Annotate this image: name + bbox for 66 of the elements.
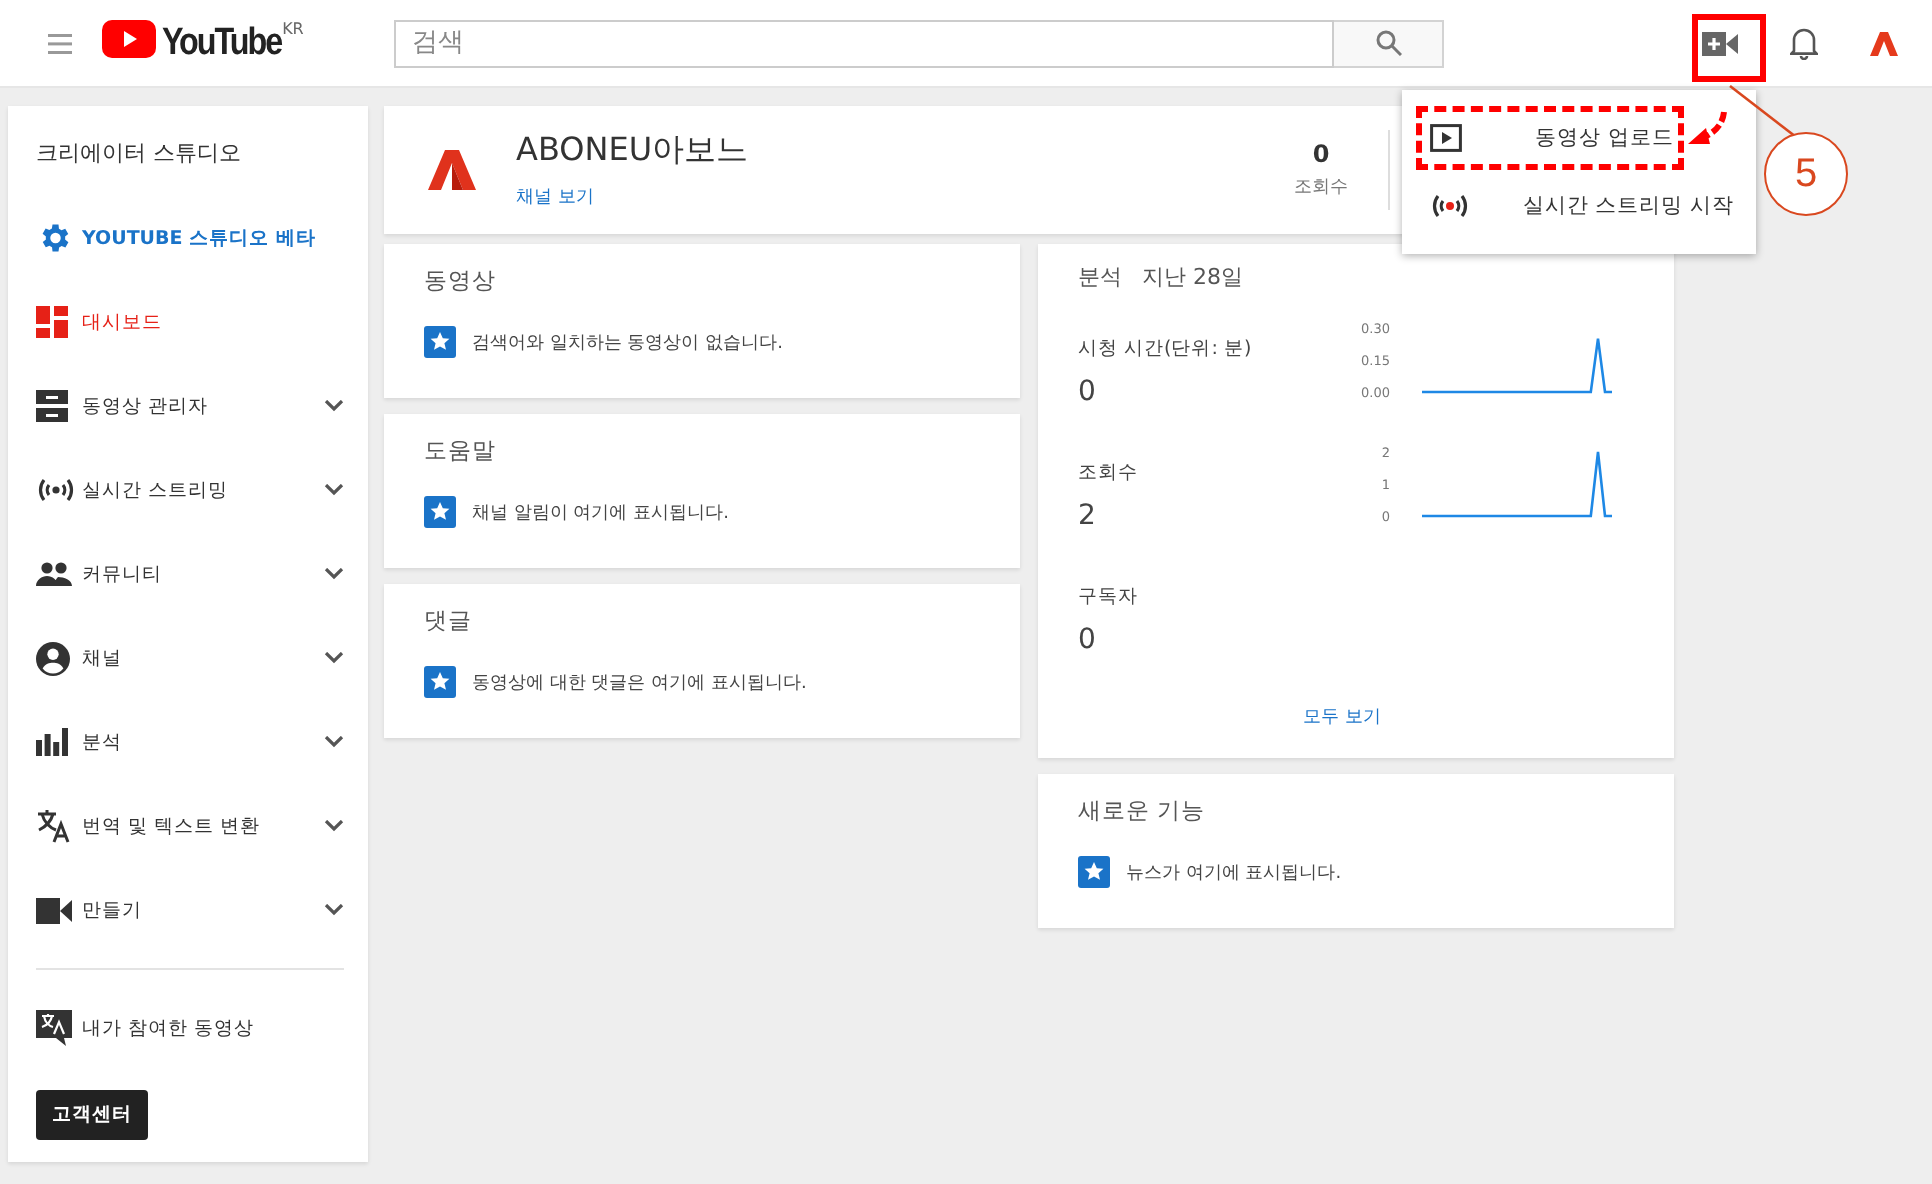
highlight-frame <box>1692 14 1766 82</box>
broadcast-icon <box>36 476 76 504</box>
broadcast-icon <box>1430 192 1470 220</box>
metric-value: 0 <box>1078 624 1098 656</box>
stat-label: 조회수 <box>1294 176 1348 200</box>
channel-name: ABONEU아보느 <box>516 130 749 172</box>
play-logo-icon[interactable] <box>102 19 156 57</box>
play-icon <box>1430 124 1462 152</box>
chevron-down-icon[interactable] <box>324 568 344 580</box>
sidebar-title: 크리에이터 스튜디오 <box>36 138 243 168</box>
region-label: KR <box>282 19 304 37</box>
chevron-down-icon[interactable] <box>324 820 344 832</box>
sidebar-item[interactable]: 만들기 <box>36 868 344 952</box>
sidebar-item[interactable]: 분석 <box>36 700 344 784</box>
metric-label: 구독자 <box>1078 584 1138 610</box>
help-center-button[interactable]: 고객센터 <box>36 1090 148 1140</box>
menu-icon[interactable] <box>48 33 72 53</box>
chevron-down-icon[interactable] <box>324 652 344 664</box>
menu-item[interactable]: 실시간 스트리밍 시작 <box>1418 176 1742 236</box>
bell-icon <box>1790 26 1818 60</box>
search-field[interactable]: 검색 <box>394 19 1334 67</box>
sidebar-item[interactable]: 채널 <box>36 616 344 700</box>
sidebar-item[interactable]: 실시간 스트리밍 <box>36 448 344 532</box>
sidebar-item[interactable]: 번역 및 텍스트 변환 <box>36 784 344 868</box>
translate-icon <box>36 808 72 844</box>
channel-logo-icon <box>1870 31 1898 55</box>
period-label: 지난 28일 <box>1142 262 1243 292</box>
step-number: 5 <box>1764 132 1848 216</box>
card-title: 동영상 <box>424 266 498 296</box>
card-title: 도움말 <box>424 436 498 466</box>
chevron-down-icon[interactable] <box>324 484 344 496</box>
sidebar-item[interactable]: 동영상 관리자 <box>36 364 344 448</box>
people-icon <box>36 562 72 586</box>
chevron-down-icon[interactable] <box>324 400 344 412</box>
metric-value: 2 <box>1078 500 1098 532</box>
card-title: 분석 <box>1078 262 1122 292</box>
metric-label: 시청 시간(단위: 분) <box>1078 336 1252 362</box>
sidebar-item[interactable]: YOUTUBE 스튜디오 베타 <box>36 196 344 280</box>
card-message: 채널 알림이 여기에 표시됩니다. <box>472 501 729 525</box>
stat-value: 0 <box>1312 140 1330 168</box>
card-title: 새로운 기능 <box>1078 796 1208 826</box>
search-button[interactable] <box>1334 19 1444 67</box>
metric-value: 0 <box>1078 376 1098 408</box>
sidebar-item[interactable]: 내가 참여한 동영상 <box>36 994 344 1062</box>
card-message: 뉴스가 여기에 표시됩니다. <box>1126 861 1342 885</box>
dashboard-icon <box>36 306 68 338</box>
card-message: 검색어와 일치하는 동영상이 없습니다. <box>472 331 783 355</box>
card-title: 댓글 <box>424 606 474 636</box>
view-channel-link[interactable]: 채널 보기 <box>516 184 594 210</box>
person-icon <box>36 641 70 675</box>
channel-logo <box>428 150 476 190</box>
sidebar-item[interactable]: 대시보드 <box>36 280 344 364</box>
add-video-icon <box>1702 31 1738 55</box>
chevron-down-icon[interactable] <box>324 904 344 916</box>
drawer-icon <box>36 390 68 422</box>
bar-chart-icon <box>36 728 68 756</box>
logo-text[interactable]: YouTube <box>162 19 282 67</box>
translate-bubble-icon <box>36 1010 72 1046</box>
chevron-down-icon[interactable] <box>324 736 344 748</box>
sidebar-item[interactable]: 커뮤니티 <box>36 532 344 616</box>
search-icon <box>1375 30 1401 56</box>
video-camera-icon <box>36 897 72 923</box>
card-message: 동영상에 대한 댓글은 여기에 표시됩니다. <box>472 671 807 695</box>
menu-item[interactable]: 동영상 업로드 <box>1418 108 1682 168</box>
view-all-link[interactable]: 모두 보기 <box>1050 704 1634 730</box>
metric-label: 조회수 <box>1078 460 1138 486</box>
